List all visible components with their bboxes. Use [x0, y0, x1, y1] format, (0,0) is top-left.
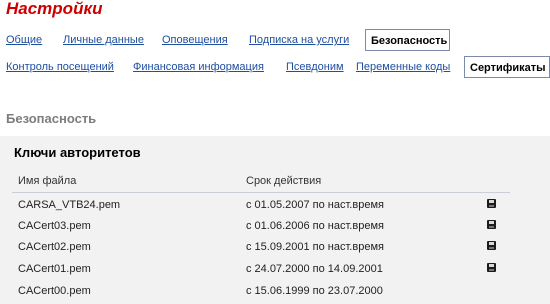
table-row: CACert00.pem с 15.06.1999 по 23.07.2000: [12, 281, 510, 302]
column-header-file: Имя файла: [18, 175, 77, 187]
tab-subscriptions[interactable]: Подписка на услуги: [249, 29, 349, 51]
file-name: CACert02.pem: [18, 241, 91, 253]
validity-period: с 15.06.1999 по 23.07.2000: [246, 285, 383, 297]
save-icon[interactable]: [487, 199, 496, 208]
file-name: CARSA_VTB24.pem: [18, 199, 121, 211]
file-name: CACert00.pem: [18, 285, 91, 297]
tab-security[interactable]: Безопасность: [365, 29, 450, 51]
section-title: Безопасность: [6, 111, 97, 126]
table-header: Имя файла Срок действия: [12, 172, 510, 193]
authority-keys-panel: Ключи авторитетов Имя файла Срок действи…: [0, 136, 550, 304]
tab-general[interactable]: Общие: [6, 29, 42, 51]
tab-alias[interactable]: Псевдоним: [286, 56, 344, 78]
tab-personal-data[interactable]: Личные данные: [63, 29, 144, 51]
table-row: CACert01.pem с 24.07.2000 по 14.09.2001: [12, 259, 510, 280]
save-icon[interactable]: [487, 220, 496, 229]
validity-period: с 15.09.2001 по наст.время: [246, 241, 384, 253]
column-header-validity: Срок действия: [246, 175, 322, 187]
table-row: CARSA_VTB24.pem с 01.05.2007 по наст.вре…: [12, 195, 510, 216]
tab-financial-info[interactable]: Финансовая информация: [133, 56, 264, 78]
validity-period: с 24.07.2000 по 14.09.2001: [246, 263, 383, 275]
validity-period: с 01.05.2007 по наст.время: [246, 199, 384, 211]
tab-notifications[interactable]: Оповещения: [162, 29, 228, 51]
page-title: Настройки: [6, 0, 103, 18]
save-icon[interactable]: [487, 241, 496, 250]
table-row: CACert03.pem с 01.06.2006 по наст.время: [12, 216, 510, 237]
tab-certificates[interactable]: Сертификаты: [464, 56, 550, 78]
tab-visit-control[interactable]: Контроль посещений: [6, 56, 114, 78]
file-name: CACert01.pem: [18, 263, 91, 275]
tab-variable-codes[interactable]: Переменные коды: [356, 56, 450, 78]
validity-period: с 01.06.2006 по наст.время: [246, 220, 384, 232]
panel-title: Ключи авторитетов: [14, 145, 141, 160]
table-row: CACert02.pem с 15.09.2001 по наст.время: [12, 237, 510, 258]
file-name: CACert03.pem: [18, 220, 91, 232]
save-icon[interactable]: [487, 263, 496, 272]
